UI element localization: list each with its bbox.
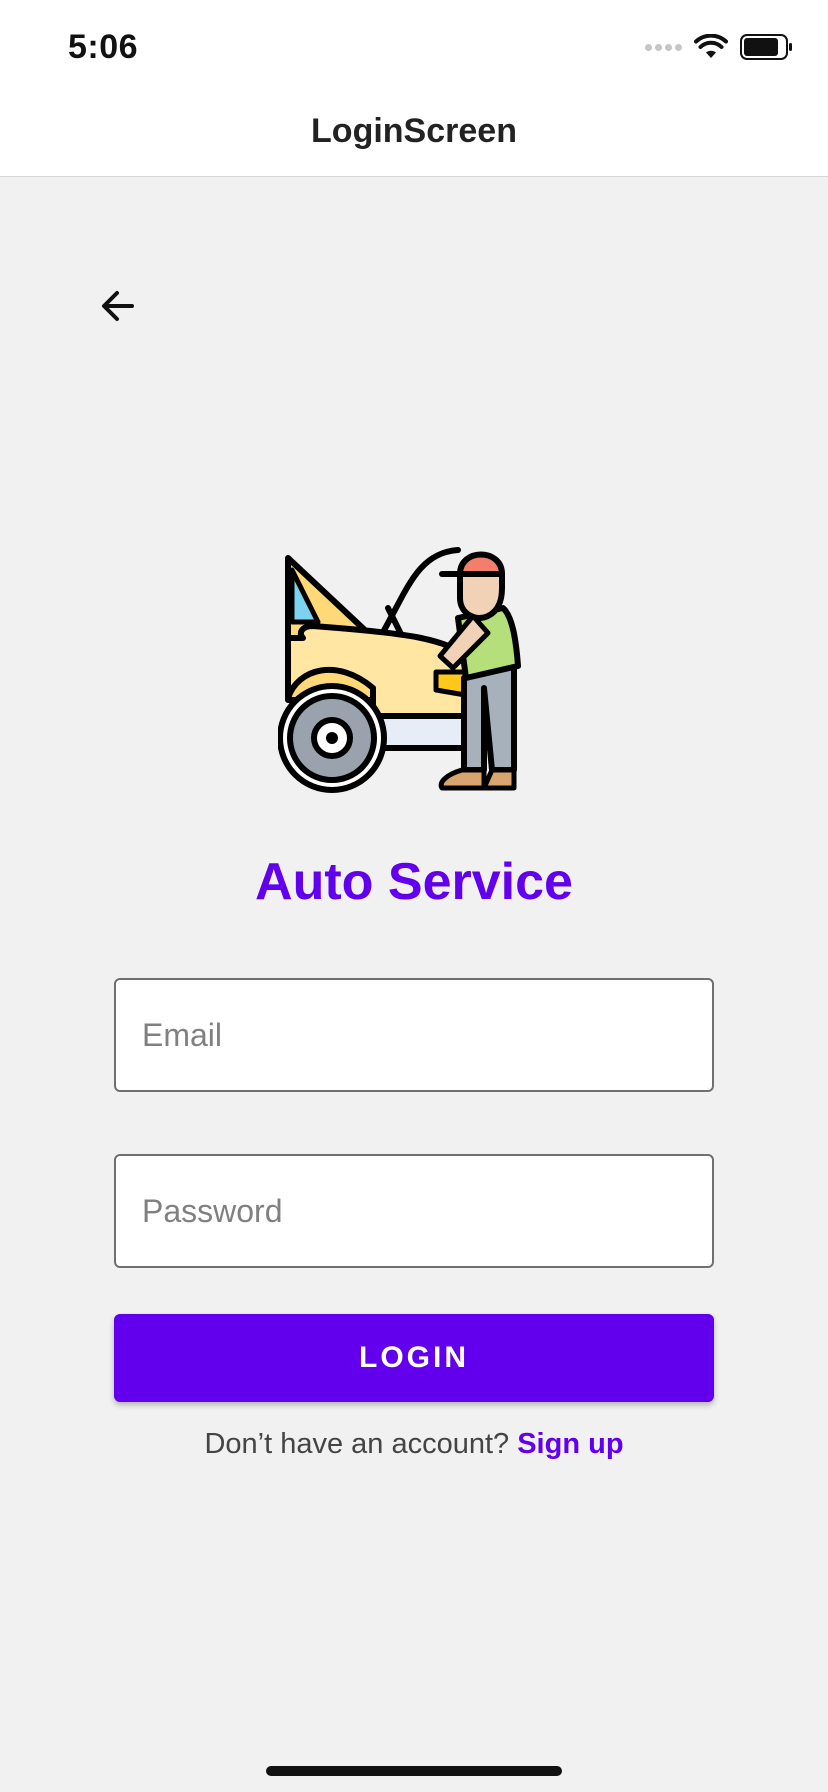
status-icons — [642, 34, 794, 60]
signup-prompt: Don’t have an account? — [204, 1428, 510, 1460]
app-title: Auto Service — [255, 853, 573, 911]
signup-row: Don’t have an account? Sign up — [0, 1428, 828, 1461]
nav-title: LoginScreen — [311, 112, 517, 150]
back-button[interactable] — [96, 284, 140, 328]
home-indicator — [266, 1766, 562, 1776]
signal-icon — [642, 43, 682, 51]
header: 5:06 LoginScreen — [0, 0, 828, 177]
login-button[interactable]: LOGIN — [114, 1314, 714, 1402]
battery-icon — [740, 34, 792, 60]
email-field[interactable] — [114, 978, 714, 1092]
password-field[interactable] — [114, 1154, 714, 1268]
arrow-left-icon — [102, 291, 134, 321]
mechanic-car-icon — [278, 547, 521, 793]
wifi-icon — [694, 34, 728, 58]
signup-link[interactable]: Sign up — [517, 1428, 623, 1460]
status-time: 5:06 — [68, 28, 139, 66]
